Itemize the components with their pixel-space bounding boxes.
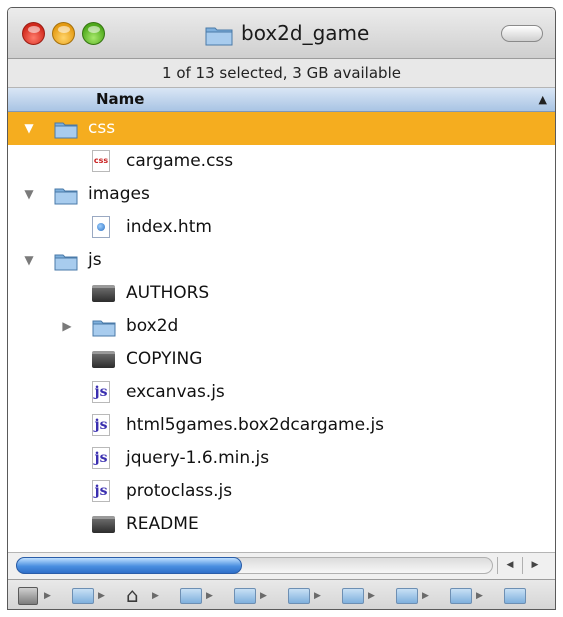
- path-separator-icon: ▶: [314, 591, 321, 601]
- path-separator-icon: ▶: [44, 591, 51, 601]
- window-title: box2d_game: [241, 21, 370, 45]
- path-separator-icon: ▶: [98, 591, 105, 601]
- folder-icon[interactable]: [450, 588, 472, 604]
- file-name-label: jquery-1.6.min.js: [126, 448, 270, 468]
- toolbar-toggle-button[interactable]: [501, 25, 543, 42]
- file-name-label: AUTHORS: [126, 283, 210, 303]
- path-separator-icon: ▶: [260, 591, 267, 601]
- folder-icon[interactable]: [504, 588, 526, 604]
- list-item-row[interactable]: index.htm: [8, 211, 555, 244]
- list-item-row[interactable]: js jquery-1.6.min.js: [8, 442, 555, 475]
- file-name-label: README: [126, 514, 199, 534]
- file-name-label: box2d: [126, 316, 179, 336]
- js-file-icon: js: [92, 381, 110, 403]
- list-item-row[interactable]: js protoclass.js: [8, 475, 555, 508]
- file-name-label: index.htm: [126, 217, 212, 237]
- file-name-label: protoclass.js: [126, 481, 233, 501]
- file-name-label: COPYING: [126, 349, 203, 369]
- disclosure-expanded-icon[interactable]: ▼: [22, 112, 36, 145]
- unix-executable-icon: [92, 285, 115, 302]
- list-item-row[interactable]: ▶ box2d: [8, 310, 555, 343]
- unix-executable-icon: [92, 351, 115, 368]
- folder-icon[interactable]: [288, 588, 310, 604]
- list-item-row[interactable]: css cargame.css: [8, 145, 555, 178]
- finder-window: box2d_game 1 of 13 selected, 3 GB availa…: [7, 7, 556, 610]
- scroll-arrows: ◀ ▶: [497, 557, 549, 574]
- file-name-label: images: [88, 184, 150, 204]
- scroll-left-icon[interactable]: ◀: [497, 557, 522, 574]
- list-item-row[interactable]: COPYING: [8, 343, 555, 376]
- disclosure-expanded-icon[interactable]: ▼: [22, 244, 36, 277]
- folder-icon: [54, 254, 78, 271]
- status-bar: 1 of 13 selected, 3 GB available: [8, 59, 555, 88]
- js-file-icon: js: [92, 447, 110, 469]
- folder-icon[interactable]: [234, 588, 256, 604]
- file-name-label: html5games.box2dcargame.js: [126, 415, 385, 435]
- js-file-icon: js: [92, 480, 110, 502]
- horizontal-scrollbar[interactable]: ◀ ▶: [8, 552, 555, 579]
- title-bar[interactable]: box2d_game: [8, 8, 555, 59]
- path-separator-icon: ▶: [368, 591, 375, 601]
- minimize-button[interactable]: [52, 22, 75, 45]
- path-separator-icon: ▶: [422, 591, 429, 601]
- file-name-label: excanvas.js: [126, 382, 225, 402]
- name-column-header[interactable]: Name ▲: [8, 88, 555, 112]
- path-bar: ▶ ▶ ⌂ ▶ ▶ ▶ ▶ ▶ ▶ ▶: [8, 579, 555, 609]
- hard-drive-icon[interactable]: [18, 587, 38, 605]
- file-name-label: js: [88, 250, 102, 270]
- folder-icon[interactable]: [396, 588, 418, 604]
- list-item-row[interactable]: AUTHORS: [8, 277, 555, 310]
- path-separator-icon: ▶: [206, 591, 213, 601]
- documents-folder-icon[interactable]: [180, 588, 202, 604]
- path-separator-icon: ▶: [152, 591, 159, 601]
- list-item-row[interactable]: js html5games.box2dcargame.js: [8, 409, 555, 442]
- column-header-label: Name: [96, 90, 145, 108]
- list-item-row[interactable]: ▼ images: [8, 178, 555, 211]
- js-file-icon: js: [92, 414, 110, 436]
- user-folder-icon[interactable]: [72, 588, 94, 604]
- scroll-right-icon[interactable]: ▶: [522, 557, 547, 574]
- css-file-icon: css: [92, 150, 110, 172]
- file-list: ▼ css css cargame.css ▼ images index.htm ▼ js AUT…: [8, 112, 555, 552]
- unix-executable-icon: [92, 516, 115, 533]
- scroll-thumb[interactable]: [16, 557, 242, 574]
- zoom-button[interactable]: [82, 22, 105, 45]
- folder-icon: [54, 188, 78, 205]
- folder-icon: [54, 122, 78, 139]
- list-item-row[interactable]: ▼ css: [8, 112, 555, 145]
- list-item-row[interactable]: ▼ js: [8, 244, 555, 277]
- file-name-label: cargame.css: [126, 151, 234, 171]
- html-file-icon: [92, 216, 110, 238]
- path-separator-icon: ▶: [476, 591, 483, 601]
- folder-icon[interactable]: [342, 588, 364, 604]
- disclosure-collapsed-icon[interactable]: ▶: [60, 310, 74, 343]
- close-button[interactable]: [22, 22, 45, 45]
- list-item-row[interactable]: README: [8, 508, 555, 541]
- disclosure-expanded-icon[interactable]: ▼: [22, 178, 36, 211]
- folder-icon: [92, 320, 116, 337]
- sort-ascending-icon: ▲: [538, 93, 547, 106]
- folder-icon: [205, 27, 233, 46]
- list-item-row[interactable]: js excanvas.js: [8, 376, 555, 409]
- home-icon[interactable]: ⌂: [126, 585, 139, 605]
- file-name-label: css: [88, 118, 116, 138]
